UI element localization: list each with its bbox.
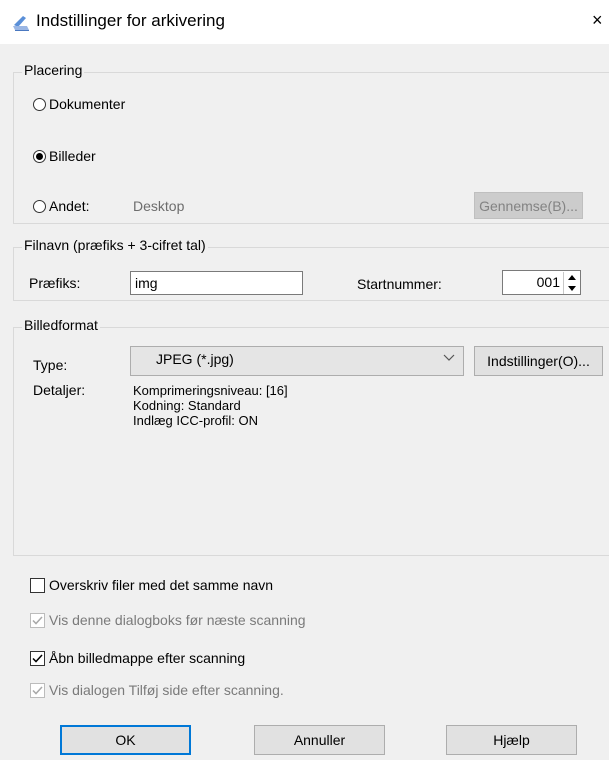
prefix-input-value: img [135, 275, 158, 291]
title-bar: Indstillinger for arkivering × [0, 0, 609, 44]
overwrite-label: Overskriv filer med det samme navn [49, 577, 274, 593]
start-number-label: Startnummer: [357, 276, 442, 292]
add-page-checkbox[interactable] [30, 682, 45, 698]
show-dialog-checkbox-row[interactable]: Vis denne dialogboks før næste scanning [30, 612, 306, 628]
radio-billeder[interactable]: Billeder [33, 148, 96, 164]
browse-button[interactable]: Gennemse(B)... [474, 192, 583, 219]
radio-andet-label: Andet: [49, 198, 90, 214]
format-settings-button[interactable]: Indstillinger(O)... [474, 346, 603, 376]
prefix-input[interactable]: img [130, 271, 303, 295]
radio-button[interactable] [33, 149, 46, 163]
placering-legend: Placering [22, 62, 85, 78]
checkmark-icon [32, 685, 43, 695]
radio-billeder-label: Billeder [49, 148, 96, 164]
checkmark-icon [32, 653, 43, 663]
triangle-down-icon[interactable] [564, 283, 579, 294]
billedformat-legend: Billedformat [22, 317, 100, 333]
type-dropdown[interactable]: JPEG (*.jpg) [130, 346, 464, 376]
dialog-body: Placering Dokumenter Billeder Andet: Des… [0, 44, 609, 760]
prefix-label: Præfiks: [29, 275, 81, 291]
help-button[interactable]: Hjælp [446, 725, 577, 755]
start-number-stepper[interactable]: 001 [502, 270, 581, 295]
spin-buttons [563, 272, 579, 294]
radio-andet[interactable]: Andet: [33, 198, 89, 214]
detail-line: Indlæg ICC-profil: ON [133, 413, 258, 428]
overwrite-checkbox[interactable] [30, 577, 45, 593]
open-folder-checkbox-row[interactable]: Åbn billedmappe efter scanning [30, 650, 245, 666]
scanner-icon [13, 16, 29, 31]
radio-button[interactable] [33, 199, 46, 213]
ok-button[interactable]: OK [60, 725, 191, 755]
detail-line: Komprimeringsniveau: [16] [133, 383, 288, 398]
filnavn-legend: Filnavn (præfiks + 3-cifret tal) [22, 237, 208, 253]
close-icon[interactable]: × [592, 10, 603, 31]
type-label: Type: [33, 357, 68, 373]
detail-line: Kodning: Standard [133, 398, 241, 413]
radio-button[interactable] [33, 97, 46, 111]
format-details: Komprimeringsniveau: [16] Kodning: Stand… [133, 383, 288, 428]
window-title: Indstillinger for arkivering [36, 11, 225, 30]
add-page-label: Vis dialogen Tilføj side efter scanning. [49, 682, 284, 698]
show-dialog-checkbox[interactable] [30, 612, 45, 628]
show-dialog-label: Vis denne dialogboks før næste scanning [49, 612, 306, 628]
start-number-value: 001 [536, 274, 560, 290]
chevron-down-icon [443, 354, 455, 361]
add-page-checkbox-row[interactable]: Vis dialogen Tilføj side efter scanning. [30, 682, 284, 698]
triangle-up-icon[interactable] [564, 272, 579, 283]
cancel-button[interactable]: Annuller [254, 725, 385, 755]
details-label: Detaljer: [33, 382, 86, 398]
radio-dokumenter[interactable]: Dokumenter [33, 96, 125, 112]
type-dropdown-value: JPEG (*.jpg) [156, 351, 234, 367]
open-folder-checkbox[interactable] [30, 650, 45, 666]
other-path: Desktop [133, 198, 185, 214]
checkmark-icon [32, 615, 43, 625]
overwrite-checkbox-row[interactable]: Overskriv filer med det samme navn [30, 577, 273, 593]
open-folder-label: Åbn billedmappe efter scanning [49, 650, 246, 666]
radio-dokumenter-label: Dokumenter [49, 96, 126, 112]
